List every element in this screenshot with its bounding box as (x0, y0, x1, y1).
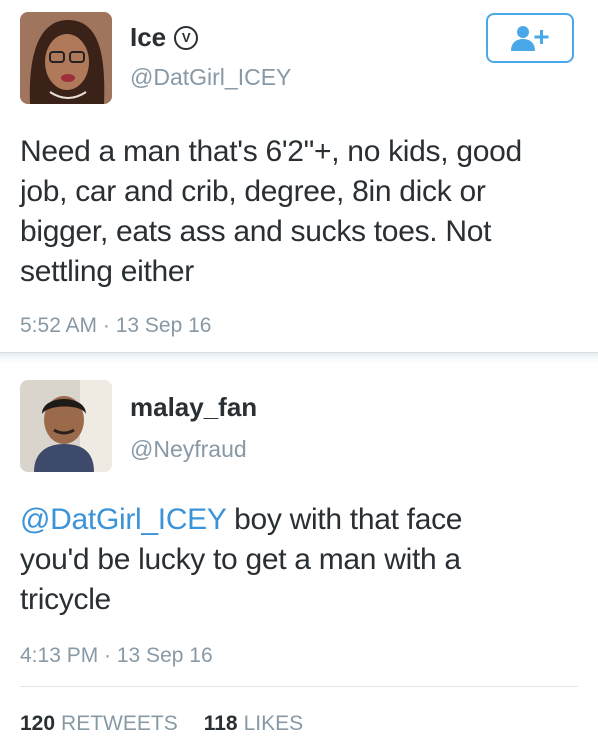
tweet-timestamp[interactable]: 5:52 AM · 13 Sep 16 (20, 314, 211, 338)
tweet-text-line: you'd be lucky to get a man with a (20, 543, 461, 576)
tweet-text: Need a man that's 6'2"+, no kids, good j… (20, 132, 590, 292)
retweets-count: 120 (20, 712, 56, 735)
tweet-text-segment: boy with that face (226, 503, 463, 536)
follow-button[interactable] (486, 13, 574, 63)
tweet-timestamp[interactable]: 4:13 PM · 13 Sep 16 (20, 644, 213, 668)
tweet-text-line: settling either (20, 255, 194, 288)
tweet-original: Ice V @DatGirl_ICEY Need a man that's 6'… (0, 0, 598, 352)
avatar[interactable] (20, 380, 112, 472)
tweet-reply: malay_fan @Neyfraud @DatGirl_ICEY boy wi… (0, 364, 598, 750)
user-handle[interactable]: @Neyfraud (130, 436, 247, 463)
avatar-image (20, 12, 112, 104)
display-name-text[interactable]: Ice (130, 22, 166, 53)
display-name[interactable]: malay_fan (130, 392, 257, 423)
stats-divider (20, 686, 578, 687)
verified-icon: V (174, 25, 199, 50)
likes-count: 118 (203, 712, 238, 735)
avatar[interactable] (20, 12, 112, 104)
tweet-text-line: Need a man that's 6'2"+, no kids, good (20, 135, 522, 168)
tweet-text-line: job, car and crib, degree, 8in dick or (20, 175, 486, 208)
retweets-stat[interactable]: 120 RETWEETS (20, 712, 178, 736)
display-name-text[interactable]: malay_fan (130, 392, 257, 423)
mention-link[interactable]: @DatGirl_ICEY (20, 503, 226, 536)
retweets-label: RETWEETS (61, 712, 178, 735)
tweet-stats: 120 RETWEETS 118 LIKES (20, 712, 303, 736)
tweet-text-line: bigger, eats ass and sucks toes. Not (20, 215, 492, 248)
add-user-icon (511, 26, 549, 51)
likes-stat[interactable]: 118 LIKES (204, 712, 303, 736)
user-handle[interactable]: @DatGirl_ICEY (130, 64, 291, 91)
display-name[interactable]: Ice V (130, 22, 199, 53)
likes-label: LIKES (243, 712, 304, 735)
tweet-text-line: tricycle (20, 583, 111, 616)
tweet-text: @DatGirl_ICEY boy with that face you'd b… (20, 500, 590, 620)
tweet-text-line: @DatGirl_ICEY boy with that face (20, 500, 590, 540)
avatar-image (20, 380, 112, 472)
